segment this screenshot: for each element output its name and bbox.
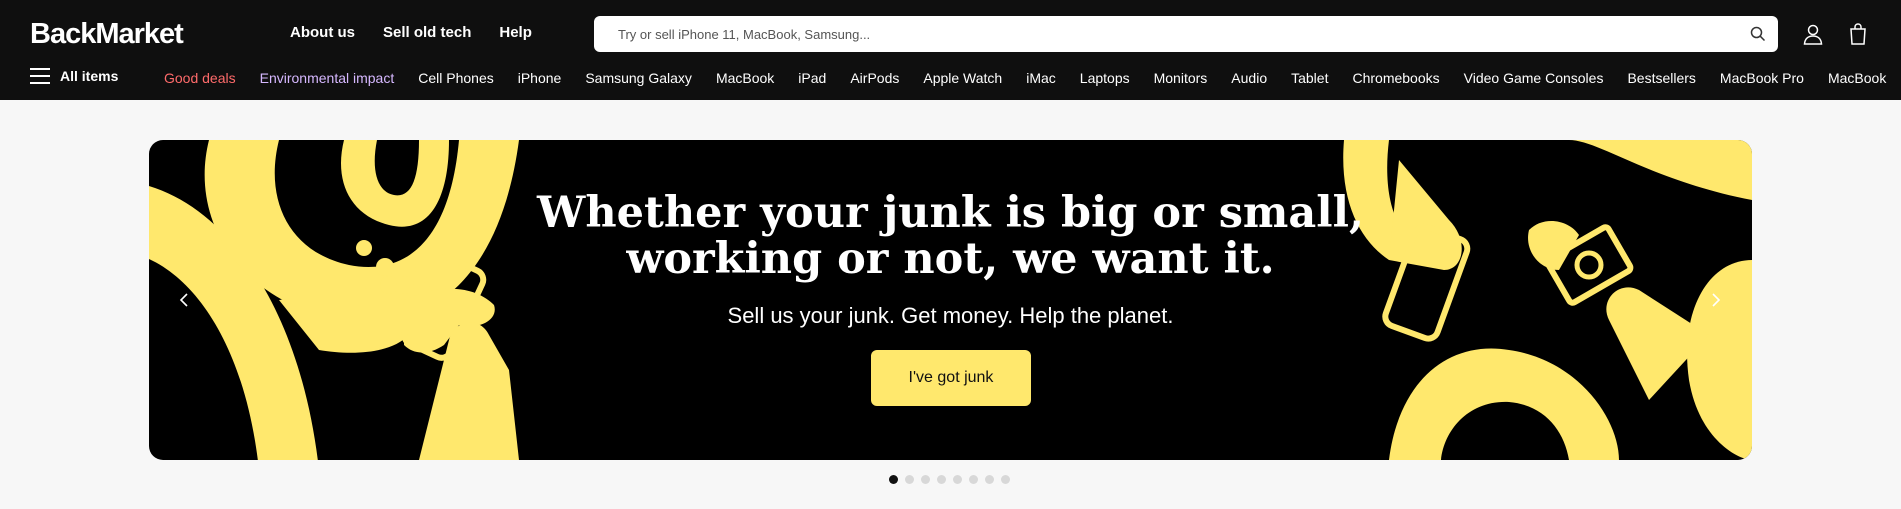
carousel-dot[interactable] (985, 475, 994, 484)
search-icon[interactable] (1750, 26, 1766, 42)
nav-item-iphone[interactable]: iPhone (518, 70, 562, 86)
carousel-dot[interactable] (953, 475, 962, 484)
nav-item-macbook-pro[interactable]: MacBook Pro (1720, 70, 1804, 86)
nav-item-environmental-impact[interactable]: Environmental impact (260, 70, 395, 86)
category-nav: All items Good deals Environmental impac… (0, 64, 1901, 94)
carousel-dot[interactable] (905, 475, 914, 484)
next-slide-icon[interactable] (1705, 290, 1725, 310)
all-items-button[interactable]: All items (30, 68, 118, 84)
nav-item-macbook-2[interactable]: MacBook (1828, 70, 1886, 86)
hero-banner[interactable]: Whether your junk is big or small, worki… (149, 140, 1752, 460)
nav-item-ipad[interactable]: iPad (798, 70, 826, 86)
logo[interactable]: BackMarket (30, 18, 184, 51)
header-links: About us Sell old tech Help (290, 24, 532, 41)
nav-item-samsung-galaxy[interactable]: Samsung Galaxy (585, 70, 692, 86)
carousel-dot[interactable] (889, 475, 898, 484)
carousel-dot[interactable] (937, 475, 946, 484)
carousel-dot[interactable] (1001, 475, 1010, 484)
sell-old-tech-link[interactable]: Sell old tech (383, 24, 471, 41)
menu-icon (30, 68, 50, 84)
nav-item-audio[interactable]: Audio (1231, 70, 1267, 86)
nav-item-airpods[interactable]: AirPods (850, 70, 899, 86)
previous-slide-icon[interactable] (175, 290, 195, 310)
carousel-dots (889, 475, 1010, 484)
nav-item-imac[interactable]: iMac (1026, 70, 1056, 86)
nav-item-chromebooks[interactable]: Chromebooks (1352, 70, 1439, 86)
all-items-label: All items (60, 68, 119, 84)
nav-links: Good deals Environmental impact Cell Pho… (164, 70, 1886, 86)
nav-item-bestsellers[interactable]: Bestsellers (1627, 70, 1695, 86)
about-us-link[interactable]: About us (290, 24, 355, 41)
ive-got-junk-button[interactable]: I've got junk (871, 350, 1031, 406)
headline-line-1: Whether your junk is big or small, (537, 188, 1364, 238)
banner-headline: Whether your junk is big or small, worki… (149, 190, 1752, 282)
nav-item-video-game-consoles[interactable]: Video Game Consoles (1464, 70, 1604, 86)
nav-item-good-deals[interactable]: Good deals (164, 70, 236, 86)
headline-line-2: working or not, we want it. (626, 234, 1275, 284)
nav-item-laptops[interactable]: Laptops (1080, 70, 1130, 86)
help-link[interactable]: Help (499, 24, 532, 41)
nav-item-monitors[interactable]: Monitors (1154, 70, 1208, 86)
account-icon[interactable] (1801, 22, 1825, 46)
carousel-dot[interactable] (921, 475, 930, 484)
search-bar (594, 16, 1778, 52)
carousel-dot[interactable] (969, 475, 978, 484)
nav-item-macbook[interactable]: MacBook (716, 70, 774, 86)
top-bar: BackMarket About us Sell old tech Help A… (0, 0, 1901, 100)
nav-item-apple-watch[interactable]: Apple Watch (923, 70, 1002, 86)
nav-item-tablet[interactable]: Tablet (1291, 70, 1328, 86)
search-input[interactable] (594, 16, 1778, 52)
shopping-bag-icon[interactable] (1846, 22, 1870, 46)
banner-subline: Sell us your junk. Get money. Help the p… (727, 303, 1174, 328)
nav-item-cell-phones[interactable]: Cell Phones (418, 70, 494, 86)
